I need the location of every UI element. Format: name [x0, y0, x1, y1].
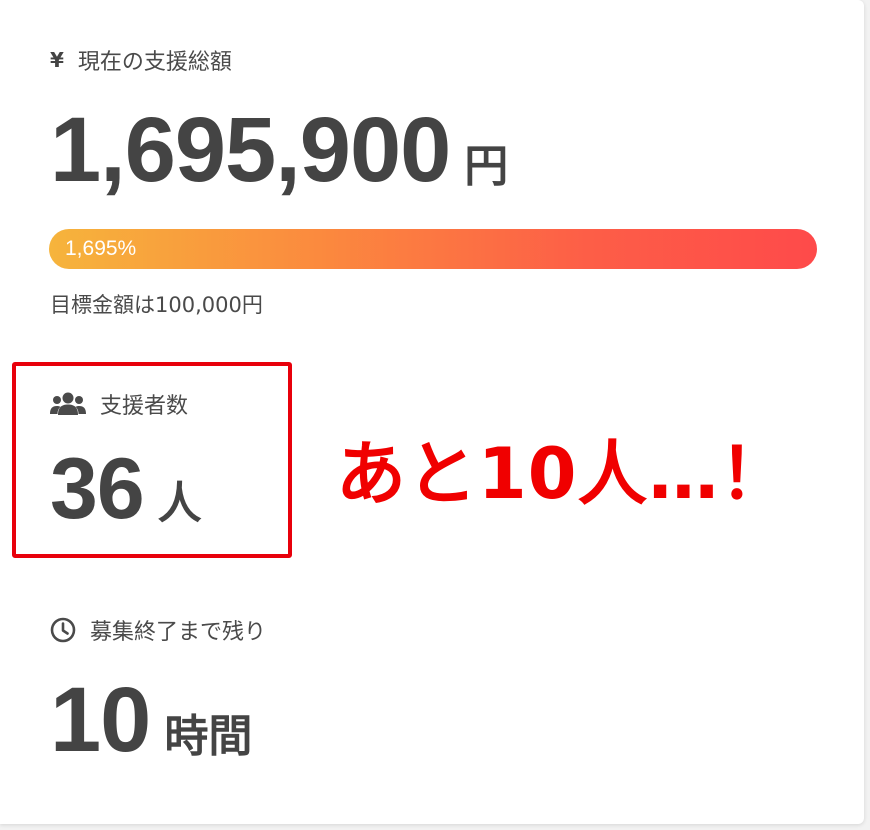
progress-bar: 1,695% [49, 229, 817, 269]
funding-label: 現在の支援総額 [77, 50, 232, 75]
funding-amount: 1,695,900 円 [50, 98, 508, 203]
supporters-count: 36 人 [50, 440, 202, 539]
supporters-count-value: 36 [50, 441, 145, 537]
time-left-label-row: 募集終了まで残り [50, 614, 266, 646]
funding-status-card: ¥ 現在の支援総額 1,695,900 円 1,695% 目標金額は100,00… [0, 0, 864, 824]
time-left-label: 募集終了まで残り [90, 620, 267, 645]
progress-percent: 1,695% [65, 237, 137, 260]
time-left-value-row: 10 時間 [50, 668, 252, 773]
supporters-count-unit: 人 [157, 478, 202, 529]
time-left-unit: 時間 [164, 711, 253, 762]
funding-label-row: ¥ 現在の支援総額 [50, 44, 232, 76]
progress-fill: 1,695% [49, 229, 817, 269]
supporters-label: 支援者数 [100, 394, 189, 419]
people-icon [50, 391, 86, 417]
clock-icon [50, 617, 76, 643]
goal-amount: 目標金額は100,000円 [50, 293, 263, 317]
supporters-label-row: 支援者数 [50, 388, 188, 420]
yen-icon: ¥ [50, 48, 64, 72]
funding-amount-unit: 円 [464, 141, 509, 192]
time-left-value: 10 [50, 669, 151, 771]
funding-amount-value: 1,695,900 [50, 99, 451, 201]
annotation-text: あと10人…！ [336, 433, 791, 515]
